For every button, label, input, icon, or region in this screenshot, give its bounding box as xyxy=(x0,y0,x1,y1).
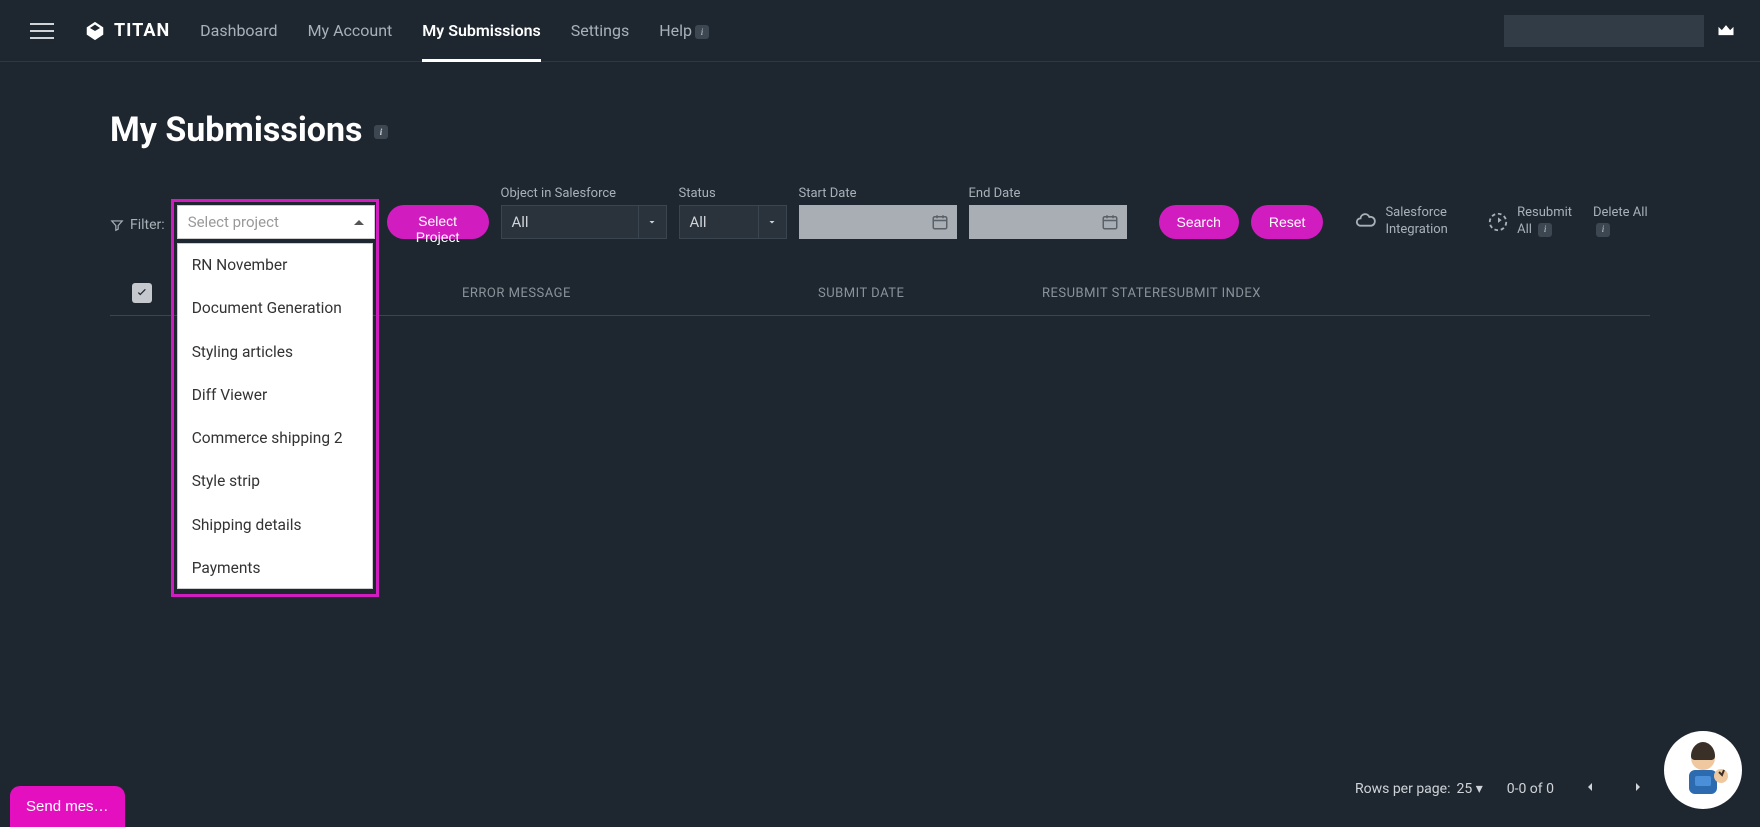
chevron-down-icon[interactable] xyxy=(759,205,787,239)
page-title: My Submissions i xyxy=(110,110,1650,150)
project-option[interactable]: Payments xyxy=(178,547,372,589)
brand-text: TITAN xyxy=(114,20,170,41)
status-label: Status xyxy=(679,186,787,201)
end-date-label: End Date xyxy=(969,186,1127,201)
project-option[interactable]: Shipping details xyxy=(178,504,372,547)
nav-submissions[interactable]: My Submissions xyxy=(422,1,541,60)
mascot-chat-icon[interactable] xyxy=(1664,731,1742,809)
crown-icon[interactable] xyxy=(1716,21,1736,41)
project-option[interactable]: Style strip xyxy=(178,460,372,503)
start-date-input[interactable] xyxy=(799,205,957,239)
project-option[interactable]: Document Generation xyxy=(178,287,372,330)
menu-icon[interactable] xyxy=(24,17,60,45)
status-select[interactable]: All xyxy=(679,205,759,239)
chevron-down-icon[interactable] xyxy=(639,205,667,239)
caret-up-icon xyxy=(354,220,364,225)
info-icon: i xyxy=(1596,223,1610,237)
resubmit-all-link[interactable]: Resubmit All i xyxy=(1487,205,1581,239)
cloud-icon xyxy=(1355,211,1377,233)
nav-dashboard[interactable]: Dashboard xyxy=(200,1,277,60)
info-icon: i xyxy=(1538,223,1552,237)
project-option[interactable]: Styling articles xyxy=(178,331,372,374)
pagination: Rows per page: 25 ▾ 0-0 of 0 xyxy=(1355,775,1650,803)
reset-button[interactable]: Reset xyxy=(1251,205,1324,239)
col-error-message: ERROR MESSAGE xyxy=(462,286,818,301)
col-resubmit-index: RESUBMIT INDEX xyxy=(1152,286,1272,301)
project-option[interactable]: Diff Viewer xyxy=(178,374,372,417)
info-icon: i xyxy=(695,25,709,39)
page-size-select[interactable]: 25 ▾ xyxy=(1456,781,1482,797)
project-placeholder: Select project xyxy=(188,213,279,231)
nav-account[interactable]: My Account xyxy=(308,1,393,60)
col-resubmit-state: RESUBMIT STATE xyxy=(1042,286,1152,301)
project-option[interactable]: Commerce shipping 2 xyxy=(178,417,372,460)
object-label: Object in Salesforce xyxy=(501,186,667,201)
search-button[interactable]: Search xyxy=(1159,205,1239,239)
page-range: 0-0 of 0 xyxy=(1507,781,1554,797)
header-search[interactable] xyxy=(1504,15,1704,47)
rows-per-page-label: Rows per page: xyxy=(1355,781,1450,797)
refresh-icon xyxy=(1487,211,1509,233)
calendar-icon xyxy=(1101,213,1119,231)
brand-logo[interactable]: TITAN xyxy=(84,20,170,42)
next-page-button[interactable] xyxy=(1626,775,1650,803)
nav-settings[interactable]: Settings xyxy=(571,1,629,60)
project-option[interactable]: RN November xyxy=(178,244,372,287)
check-icon xyxy=(135,286,149,300)
salesforce-integration-link[interactable]: Salesforce Integration xyxy=(1355,205,1475,239)
project-select[interactable]: Select project xyxy=(177,205,375,239)
select-project-button[interactable]: Select Project xyxy=(387,205,489,239)
start-date-label: Start Date xyxy=(799,186,957,201)
end-date-input[interactable] xyxy=(969,205,1127,239)
calendar-icon xyxy=(931,213,949,231)
send-message-button[interactable]: Send mes… xyxy=(10,786,125,827)
prev-page-button[interactable] xyxy=(1578,775,1602,803)
filter-icon xyxy=(110,218,124,232)
delete-all-link[interactable]: Delete All i xyxy=(1593,205,1650,239)
filter-label: Filter: xyxy=(110,217,165,239)
select-all-checkbox[interactable] xyxy=(132,283,152,303)
logo-icon xyxy=(84,20,106,42)
project-dropdown[interactable]: RN November Document Generation Styling … xyxy=(177,243,373,589)
nav-help[interactable]: Helpi xyxy=(659,1,709,60)
col-submit-date: SUBMIT DATE xyxy=(818,286,1042,301)
info-icon[interactable]: i xyxy=(374,125,388,139)
object-select[interactable]: All xyxy=(501,205,639,239)
